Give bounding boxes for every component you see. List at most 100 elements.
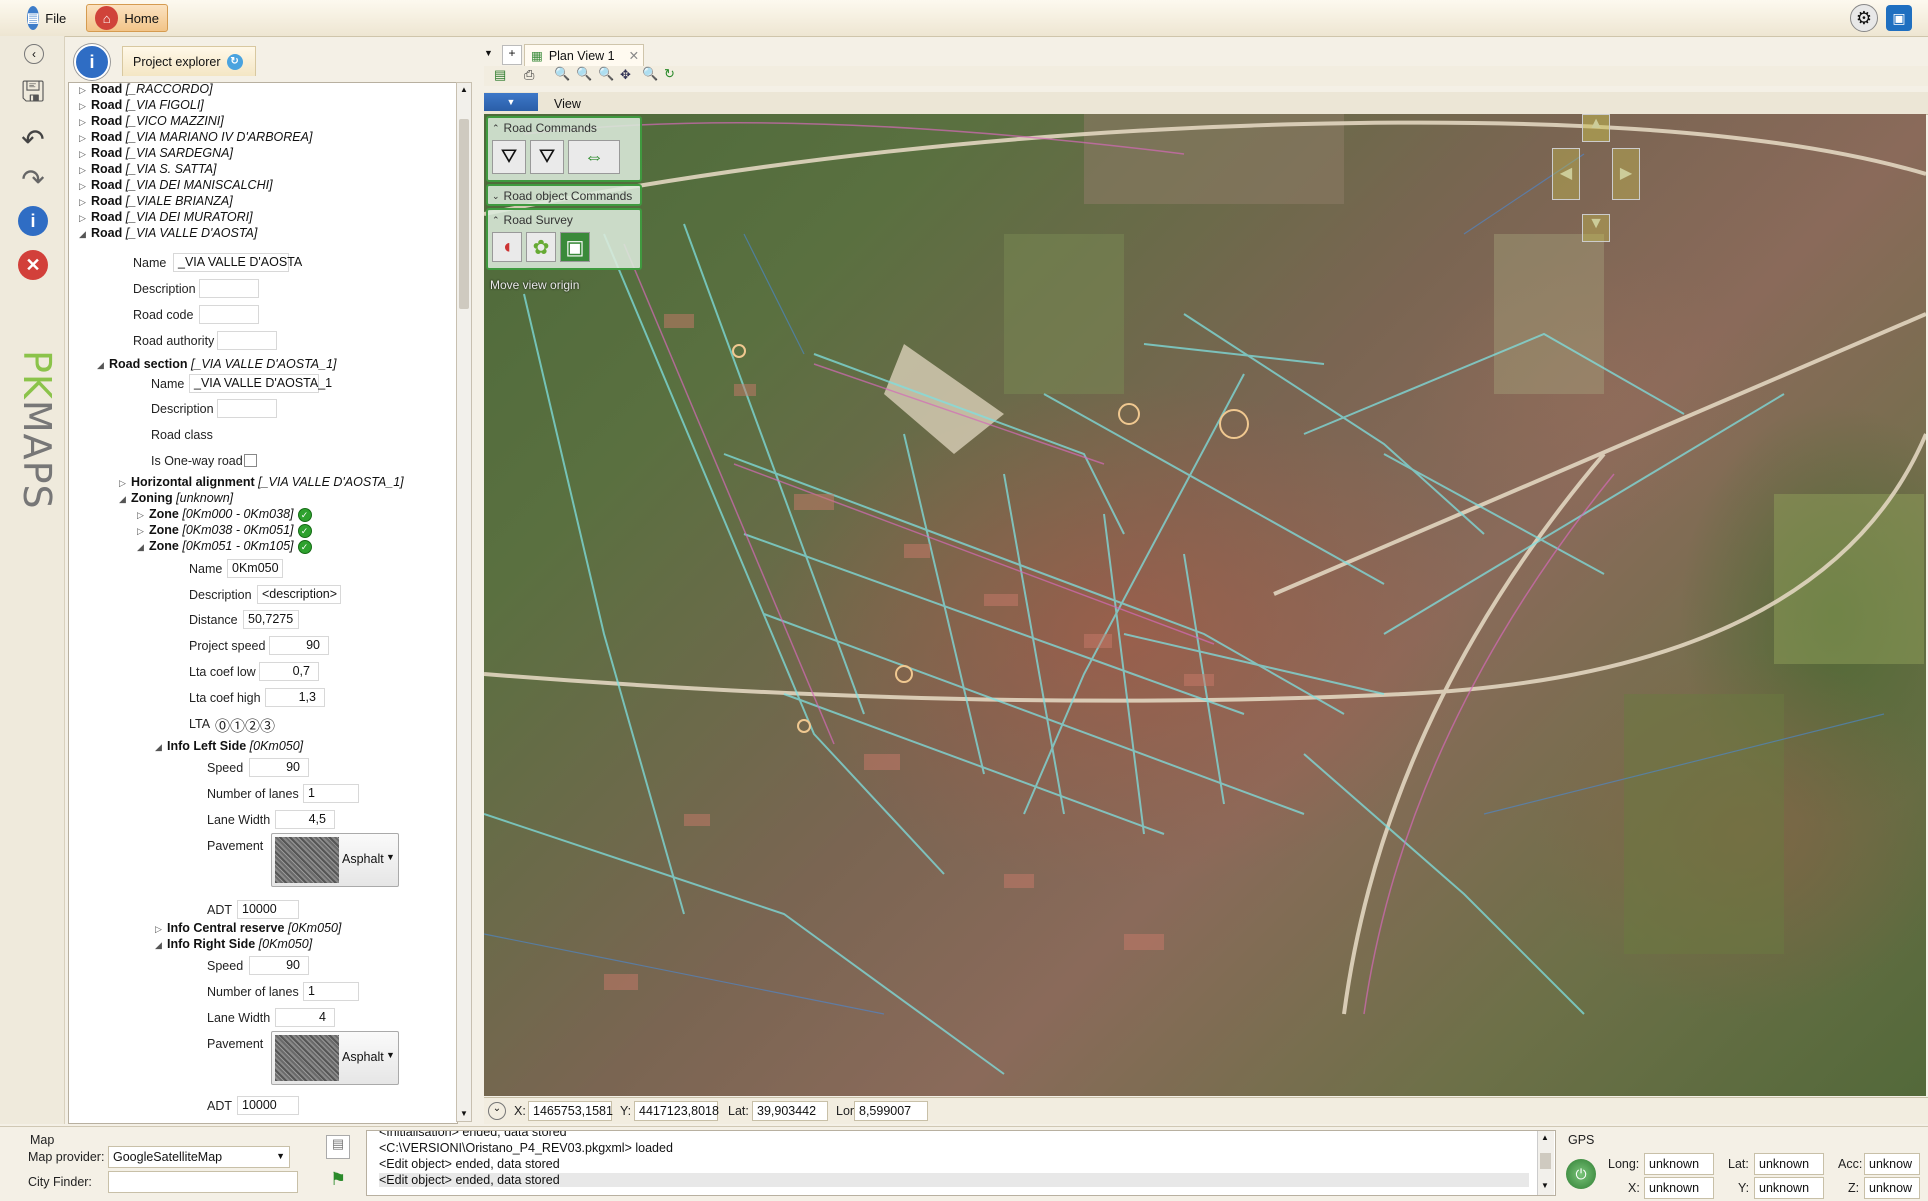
move-view-origin-label[interactable]: Move view origin (490, 278, 579, 292)
zone-description-field[interactable]: <description> (257, 585, 341, 604)
lta-low-field[interactable]: 0,7 (259, 662, 319, 681)
road-code-field[interactable] (199, 305, 259, 324)
right-lane-width-field[interactable]: 4 (275, 1008, 335, 1027)
scroll-down-icon[interactable]: ▼ (1541, 1181, 1549, 1190)
undo-icon[interactable]: ↶ (16, 122, 50, 156)
right-adt-field[interactable]: 10000 (237, 1096, 299, 1115)
distance-field[interactable]: 50,7275 (243, 610, 299, 629)
left-lane-width-field[interactable]: 4,5 (275, 810, 335, 829)
tree-node-info-right[interactable]: ◢ Info Right Side [0Km050] (155, 937, 312, 951)
flag-icon[interactable]: ⚑ (330, 1169, 346, 1190)
scroll-down-icon[interactable]: ▼ (458, 1109, 470, 1119)
tree-node-zoning[interactable]: ◢ Zoning [unknown] (119, 491, 233, 505)
tree-node-info-left[interactable]: ◢ Info Left Side [0Km050] (155, 739, 303, 753)
gps-power-icon[interactable]: ⏻ (1566, 1159, 1596, 1189)
tab-list-icon[interactable]: ▼ (484, 48, 493, 58)
pan-down-icon[interactable]: ▼ (1582, 214, 1610, 242)
left-adt-field[interactable]: 10000 (237, 900, 299, 919)
map-provider-select[interactable]: GoogleSatelliteMap ▼ (108, 1146, 290, 1168)
info-button[interactable]: i (16, 204, 50, 238)
tree-node-zone-3[interactable]: ◢ Zone [0Km051 - 0Km105] ✓ (137, 539, 312, 554)
road-split-icon[interactable]: ⇔ (568, 140, 620, 174)
tab-plan-view-1[interactable]: ▦ Plan View 1 ✕ (524, 44, 644, 66)
log-document-icon[interactable]: ▤ (326, 1135, 350, 1159)
log-scrollbar[interactable]: ▲ ▼ (1537, 1131, 1554, 1195)
survey-marker-icon[interactable]: ◖ (492, 232, 522, 262)
tree-node-road[interactable]: ▷ Road [_VIA DEI MURATORI] (79, 210, 253, 224)
scroll-up-icon[interactable]: ▲ (1541, 1133, 1549, 1142)
zoom-window-icon[interactable]: 🔍 (598, 66, 614, 82)
collapse-panel-icon[interactable]: ‹ (24, 44, 44, 64)
pan-up-icon[interactable]: ▲ (1582, 114, 1610, 142)
right-pavement-dropdown[interactable]: Asphalt ▼ (271, 1031, 399, 1085)
tree-node-road[interactable]: ◢ Road [_VIA VALLE D'AOSTA] (79, 226, 257, 240)
layers-icon[interactable]: ▤ (494, 67, 506, 83)
expand-arrow-icon[interactable]: ⌄ (492, 191, 500, 202)
collapse-arrow-icon[interactable]: ⌃ (492, 215, 500, 226)
road-authority-field[interactable] (217, 331, 277, 350)
tab-project-explorer[interactable]: Project explorer ↻ (122, 46, 256, 76)
right-lanes-field[interactable]: 1 (303, 982, 359, 1001)
road-name-field[interactable]: _VIA VALLE D'AOSTA (173, 253, 302, 272)
pan-right-icon[interactable]: ▶ (1612, 148, 1640, 200)
coord-toggle-icon[interactable]: ⌄ (488, 1102, 506, 1120)
explorer-scroll-thumb[interactable] (459, 119, 469, 309)
new-tab-icon[interactable]: + (502, 45, 522, 65)
print-icon[interactable]: ⎙ (524, 67, 534, 83)
log-panel[interactable]: <Initialisation> ended, data stored <C:\… (366, 1130, 1556, 1196)
collapse-arrow-icon[interactable]: ⌃ (492, 123, 500, 134)
view-tab[interactable]: View (554, 97, 581, 111)
left-pavement-dropdown[interactable]: Asphalt ▼ (271, 833, 399, 887)
tree-node-road[interactable]: ▷ Road [_VIA DEI MANISCALCHI] (79, 178, 273, 192)
pan-icon[interactable]: ✥ (620, 67, 631, 83)
tree-node-zone-2[interactable]: ▷ Zone [0Km038 - 0Km051] ✓ (137, 523, 312, 538)
oneway-checkbox[interactable] (244, 454, 257, 467)
redo-icon[interactable]: ↷ (16, 162, 50, 196)
save-icon[interactable]: 🖫 (16, 76, 50, 112)
road-edit-icon[interactable]: ⛛ (530, 140, 564, 174)
tree-node-road[interactable]: ▷ Road [_VIA FIGOLI] (79, 98, 204, 112)
zone-name-field[interactable]: 0Km050 (227, 559, 283, 578)
survey-camera-icon[interactable]: ▣ (560, 232, 590, 262)
tree-node-info-central[interactable]: ▷ Info Central reserve [0Km050] (155, 921, 341, 935)
section-description-field[interactable] (217, 399, 277, 418)
right-speed-field[interactable]: 90 (249, 956, 309, 975)
satellite-map[interactable]: ▲ ◀ ▶ ▼ (484, 114, 1926, 1096)
section-name-field[interactable]: _VIA VALLE D'AOSTA_1 (189, 374, 332, 393)
tree-node-road[interactable]: ▷ Road [_VICO MAZZINI] (79, 114, 224, 128)
tree-node-road[interactable]: ▷ Road [_RACCORDO] (79, 83, 213, 96)
left-lanes-field[interactable]: 1 (303, 784, 359, 803)
scroll-up-icon[interactable]: ▲ (458, 85, 470, 95)
zoom-extent-icon[interactable]: 🔍 (642, 66, 658, 82)
tree-node-zone-1[interactable]: ▷ Zone [0Km000 - 0Km038] ✓ (137, 507, 312, 522)
lta-high-field[interactable]: 1,3 (265, 688, 325, 707)
road-draw-icon[interactable]: ⛛ (492, 140, 526, 174)
refresh-map-icon[interactable]: ↻ (664, 66, 675, 82)
close-tab-icon[interactable]: ✕ (629, 48, 639, 63)
project-tree[interactable]: Name _VIA VALLE D'AOSTA Description Road… (68, 82, 458, 1124)
explorer-scrollbar[interactable]: ▲ ▼ (456, 82, 472, 1122)
project-speed-field[interactable]: 90 (269, 636, 329, 655)
pan-left-icon[interactable]: ◀ (1552, 148, 1580, 200)
explorer-info-icon[interactable]: i (74, 44, 110, 80)
tree-node-road[interactable]: ▷ Road [_VIA MARIANO IV D'ARBOREA] (79, 130, 312, 144)
app-menu-dropdown[interactable]: ▼ (484, 93, 538, 111)
file-menu-button[interactable]: ▤ File (18, 4, 74, 32)
city-finder-input[interactable] (108, 1171, 298, 1193)
lta-options[interactable]: ⓪①②③ (215, 715, 275, 736)
tree-node-road-section[interactable]: ◢ Road section [_VIA VALLE D'AOSTA_1] (97, 357, 337, 371)
refresh-icon[interactable]: ↻ (226, 53, 243, 70)
road-description-field[interactable] (199, 279, 259, 298)
log-scroll-thumb[interactable] (1540, 1153, 1551, 1169)
home-tab[interactable]: ⌂ Home (86, 4, 168, 32)
survey-tree-icon[interactable]: ✿ (526, 232, 556, 262)
tree-node-road[interactable]: ▷ Road [_VIALE BRIANZA] (79, 194, 233, 208)
left-speed-field[interactable]: 90 (249, 758, 309, 777)
tree-node-road[interactable]: ▷ Road [_VIA S. SATTA] (79, 162, 217, 176)
window-layout-icon[interactable]: ▣ (1886, 5, 1912, 31)
settings-gear-icon[interactable]: ⚙ (1850, 4, 1878, 32)
tree-node-road[interactable]: ▷ Road [_VIA SARDEGNA] (79, 146, 233, 160)
zoom-out-icon[interactable]: 🔍 (576, 66, 592, 82)
zoom-in-icon[interactable]: 🔍 (554, 66, 570, 82)
tree-node-horizontal-alignment[interactable]: ▷ Horizontal alignment [_VIA VALLE D'AOST… (119, 475, 404, 489)
